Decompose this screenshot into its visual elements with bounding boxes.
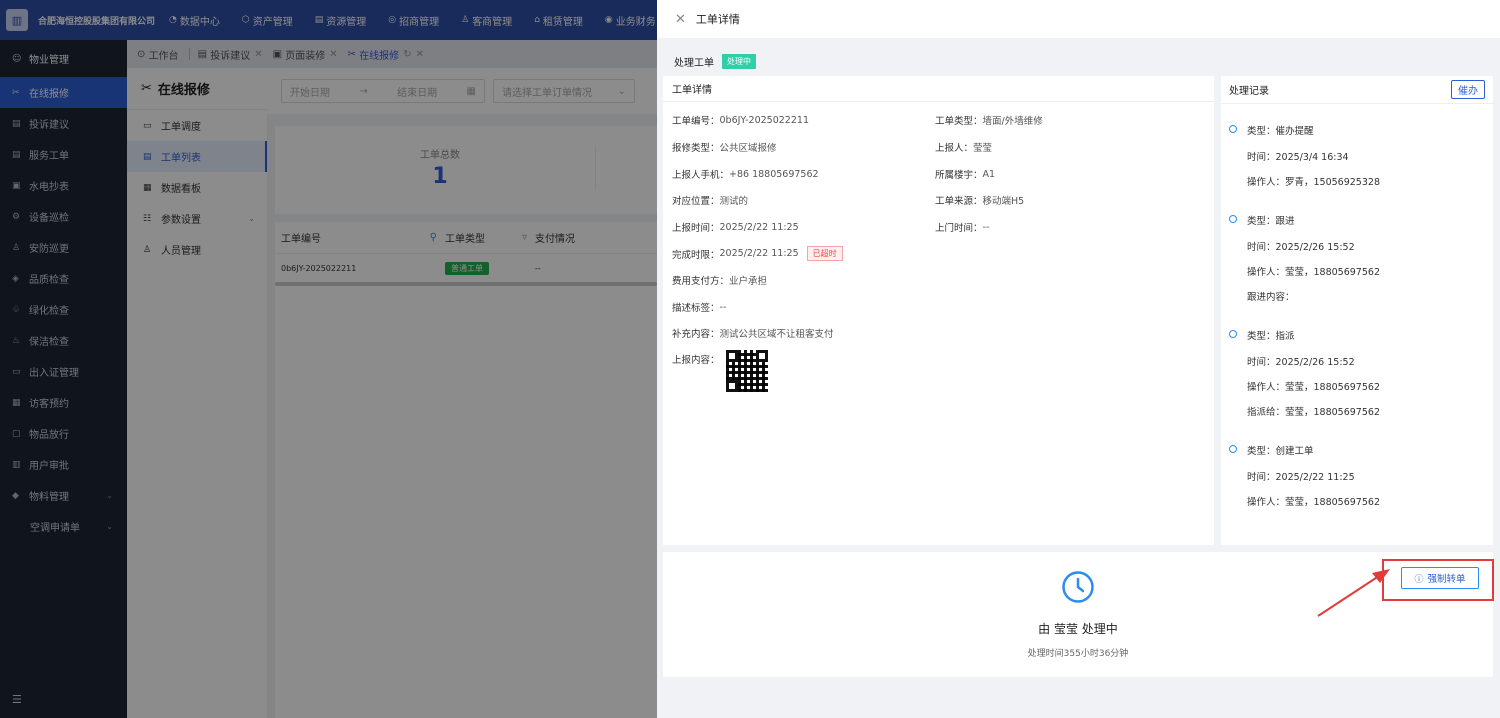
record-time: 时间：2025/2/22 11:25 <box>1247 472 1355 483</box>
record-time: 时间：2025/3/4 16:34 <box>1247 152 1349 163</box>
field-order-no: 工单编号： 0b6JY-2025022211 <box>672 114 809 128</box>
timeline-dot <box>1229 215 1237 223</box>
field-extra: 补充内容： 测试公共区域不让租客支付 <box>672 329 834 340</box>
record-followup: 跟进内容： <box>1247 292 1295 303</box>
status-line: 处理工单 处理中 <box>674 54 756 69</box>
field-desc-tag: 描述标签： -- <box>672 301 727 315</box>
records-title: 处理记录 <box>1229 86 1269 97</box>
record-time: 时间：2025/2/26 15:52 <box>1247 242 1355 253</box>
record-time: 时间：2025/2/26 15:52 <box>1247 357 1355 368</box>
modal-mask[interactable] <box>0 0 657 718</box>
record-type: 类型：跟进 <box>1247 216 1295 227</box>
qr-corner <box>726 350 738 362</box>
detail-card-title: 工单详情 <box>663 76 1214 102</box>
record-operator: 操作人：罗青，15056925328 <box>1247 177 1380 188</box>
field-source: 工单来源： 移动端H5 <box>935 196 1025 207</box>
record-operator: 操作人：莹莹，18805697562 <box>1247 497 1380 508</box>
qr-code-image[interactable] <box>726 350 768 392</box>
record-operator: 操作人：莹莹，18805697562 <box>1247 267 1380 278</box>
field-payer: 费用支付方： 业户承担 <box>672 276 768 287</box>
records-header: 处理记录 催办 <box>1221 76 1493 104</box>
drawer-title: 工单详情 <box>695 13 740 26</box>
process-records-card: 处理记录 催办 类型：催办提醒 时间：2025/3/4 16:34 操作人：罗青… <box>1221 76 1493 545</box>
field-visit-time: 上门时间： -- <box>935 221 990 235</box>
detail-card: 工单详情 工单编号： 0b6JY-2025022211 工单类型： 墙面/外墙维修 … <box>663 76 1214 545</box>
record-type: 类型：催办提醒 <box>1247 126 1314 137</box>
status-badge: 处理中 <box>722 54 756 69</box>
field-order-type: 工单类型： 墙面/外墙维修 <box>935 116 1043 127</box>
field-content: 上报内容： <box>672 355 720 366</box>
field-building: 所属楼宇： A1 <box>935 168 996 182</box>
record-assignee: 指派给：莹莹，18805697562 <box>1247 407 1380 418</box>
close-icon[interactable]: ✕ <box>675 12 686 27</box>
record-type: 类型：指派 <box>1247 331 1295 342</box>
timeline-dot <box>1229 445 1237 453</box>
field-deadline: 完成时限： 2025/2/22 11:25 已超时 <box>672 246 843 261</box>
clock-icon <box>1062 571 1094 603</box>
field-location: 对应位置： 测试的 <box>672 196 749 207</box>
field-reporter: 上报人： 莹莹 <box>935 143 993 154</box>
qr-corner <box>726 380 738 392</box>
duration-text: 处理时间355小时36分钟 <box>1027 649 1129 659</box>
drawer-header: ✕ 工单详情 <box>657 0 1500 38</box>
status-label: 处理工单 <box>674 58 714 69</box>
field-repair-type: 报修类型： 公共区域报修 <box>672 143 777 154</box>
timeline-dot <box>1229 330 1237 338</box>
annotation-arrow-icon <box>1317 569 1390 617</box>
overdue-badge: 已超时 <box>806 246 843 261</box>
field-report-time: 上报时间： 2025/2/22 11:25 <box>672 221 799 235</box>
record-type: 类型：创建工单 <box>1247 446 1314 457</box>
urge-button[interactable]: 催办 <box>1451 80 1485 99</box>
timeline-dot <box>1229 125 1237 133</box>
qr-corner <box>756 350 768 362</box>
handler-text: 由 莹莹 处理中 <box>1038 622 1118 636</box>
field-phone: 上报人手机： +86 18805697562 <box>672 168 819 182</box>
record-operator: 操作人：莹莹，18805697562 <box>1247 382 1380 393</box>
